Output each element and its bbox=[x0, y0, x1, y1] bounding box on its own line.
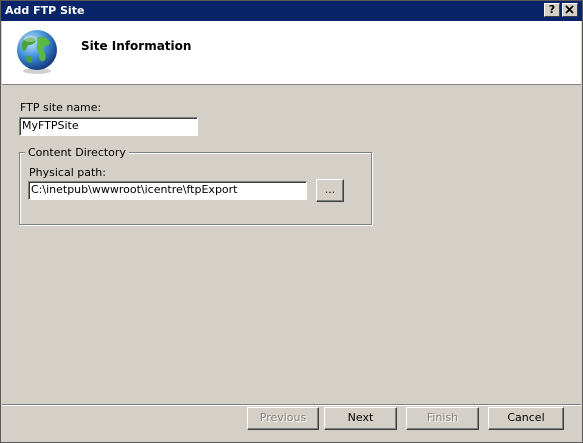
footer-separator bbox=[2, 404, 581, 406]
site-name-label: FTP site name: bbox=[20, 101, 102, 114]
page-title: Site Information bbox=[81, 39, 192, 53]
site-name-field[interactable]: MyFTPSite bbox=[19, 117, 198, 136]
window-title: Add FTP Site bbox=[5, 4, 85, 17]
content-directory-label: Content Directory bbox=[25, 146, 129, 159]
add-ftp-site-dialog: Add FTP Site ? Site Information FTP site… bbox=[0, 0, 583, 443]
browse-button[interactable]: ... bbox=[316, 179, 344, 202]
physical-path-label: Physical path: bbox=[29, 166, 106, 179]
globe-icon bbox=[17, 30, 57, 74]
title-bar[interactable]: Add FTP Site ? bbox=[1, 1, 582, 21]
physical-path-field[interactable]: C:\inetpub\wwwroot\icentre\ftpExport bbox=[28, 181, 307, 200]
help-button[interactable]: ? bbox=[544, 3, 560, 17]
next-button[interactable]: Next bbox=[324, 407, 397, 430]
finish-button[interactable]: Finish bbox=[406, 407, 479, 430]
cancel-button[interactable]: Cancel bbox=[488, 407, 564, 430]
close-button[interactable] bbox=[562, 3, 578, 17]
previous-button[interactable]: Previous bbox=[247, 407, 319, 430]
wizard-header: Site Information bbox=[2, 21, 581, 85]
close-icon bbox=[565, 5, 574, 14]
